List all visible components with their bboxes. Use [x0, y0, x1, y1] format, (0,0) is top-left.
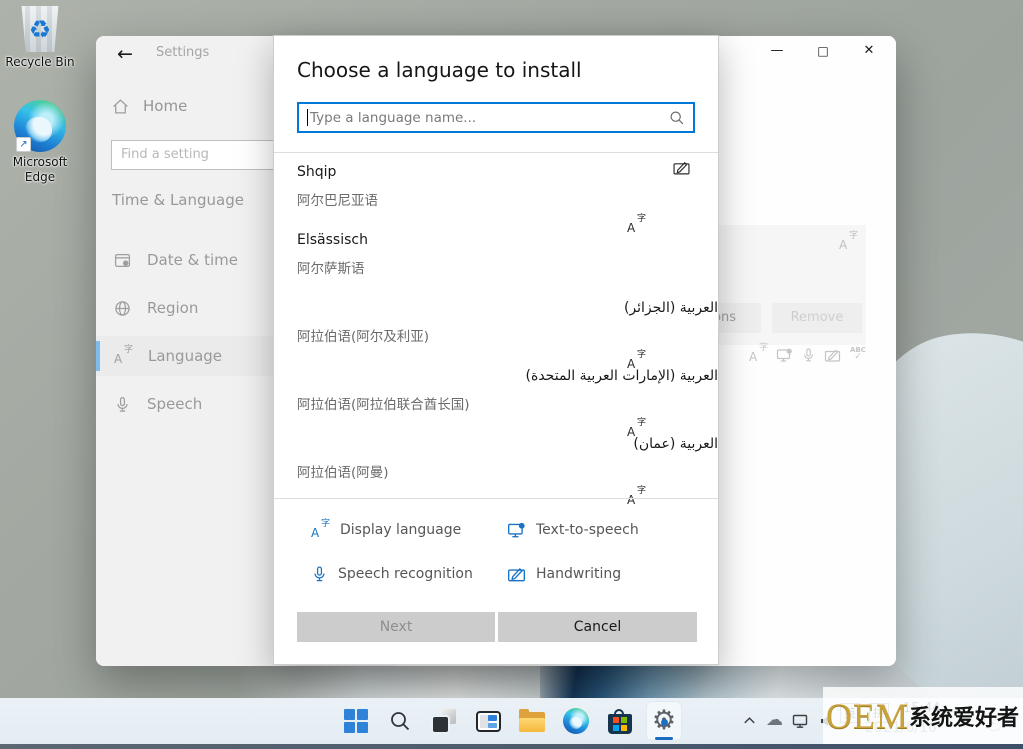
language-row[interactable]: Shqip 阿尔巴尼亚语 A字 [274, 153, 718, 234]
language-localized-name: 阿尔萨斯语 [297, 261, 365, 277]
search-placeholder: Type a language name... [310, 109, 477, 126]
speech-recognition-icon [311, 565, 328, 583]
edge-icon: ↗ [14, 100, 66, 152]
language-search-input[interactable]: Type a language name... [297, 102, 695, 133]
legend-label: Text-to-speech [536, 522, 639, 538]
legend-text-to-speech: Text-to-speech [507, 518, 639, 542]
desktop-icon-label: Recycle Bin [5, 55, 75, 69]
legend-handwriting: Handwriting [507, 562, 621, 586]
desktop-icon-recycle-bin[interactable]: ♻ Recycle Bin [1, 6, 79, 70]
cancel-button[interactable]: Cancel [498, 612, 697, 642]
language-localized-name: 阿尔巴尼亚语 [297, 193, 378, 209]
watermark-chinese-text: 系统爱好者 [909, 706, 1020, 731]
widgets-button[interactable] [470, 701, 506, 741]
gear-icon: ⚙ [649, 706, 679, 736]
language-list: Shqip 阿尔巴尼亚语 A字 Elsässisch 阿尔萨斯语 العربية… [274, 153, 718, 506]
maximize-button[interactable]: □ [800, 36, 846, 68]
taskbar-center: ⚙ [338, 701, 682, 741]
legend-label: Handwriting [536, 566, 622, 582]
watermark-latin-text: OEM [826, 696, 909, 736]
text-to-speech-icon [507, 521, 526, 539]
text-caret [307, 109, 308, 126]
display-language-icon: A字 [311, 518, 330, 540]
language-localized-name: 阿拉伯语(阿拉伯联合酋长国) [297, 397, 470, 413]
close-button[interactable]: ✕ [846, 36, 892, 68]
active-app-indicator [655, 737, 673, 740]
oem-watermark: OEM 系统爱好者 [823, 687, 1023, 745]
task-view-button[interactable] [426, 701, 462, 741]
edge-button[interactable] [558, 701, 594, 741]
language-row[interactable]: العربية (الجزائر) 阿拉伯语(阿尔及利亚) A字 [274, 289, 718, 370]
start-button[interactable] [338, 701, 374, 741]
settings-button[interactable]: ⚙ [646, 701, 682, 741]
screen-bottom-strip [0, 744, 1023, 749]
start-icon [344, 709, 368, 733]
widgets-icon [475, 710, 501, 732]
onedrive-cloud-icon[interactable]: ☁ [766, 712, 783, 729]
recycle-symbol-icon: ♻ [28, 15, 52, 44]
language-row[interactable]: Elsässisch 阿尔萨斯语 [274, 221, 718, 289]
file-explorer-button[interactable] [514, 701, 550, 741]
tray-chevron-up-icon[interactable] [742, 713, 757, 728]
desktop-icon-microsoft-edge[interactable]: ↗ Microsoft Edge [1, 100, 79, 185]
dialog-title: Choose a language to install [297, 58, 582, 82]
legend-label: Speech recognition [338, 566, 473, 582]
legend-display-language: A字 Display language [311, 518, 461, 542]
language-name: Shqip [297, 164, 337, 180]
handwriting-icon [507, 565, 526, 583]
shortcut-arrow-icon: ↗ [16, 137, 31, 152]
language-row[interactable]: العربية (الإمارات العربية المتحدة) 阿拉伯语(… [274, 357, 718, 438]
language-name: العربية (الإمارات العربية المتحدة) [525, 368, 718, 384]
legend-label: Display language [340, 522, 462, 538]
system-tray: ☁ [742, 712, 835, 729]
legend-speech-recognition: Speech recognition [311, 562, 473, 586]
desktop-icon-label: Microsoft Edge [12, 155, 68, 184]
edge-icon [563, 708, 589, 734]
language-localized-name: 阿拉伯语(阿曼) [297, 465, 389, 481]
task-view-icon [431, 708, 457, 734]
choose-language-dialog: Choose a language to install Type a lang… [273, 35, 719, 665]
language-row[interactable]: العربية (عمان) 阿拉伯语(阿曼) A字 [274, 425, 718, 506]
back-button[interactable]: ← [110, 40, 140, 68]
language-name: العربية (عمان) [633, 436, 718, 452]
file-explorer-icon [519, 709, 545, 732]
network-icon[interactable] [792, 713, 810, 729]
microsoft-store-icon [608, 708, 632, 734]
search-icon [388, 709, 412, 733]
divider [274, 498, 718, 499]
minimize-button[interactable]: — [754, 36, 800, 68]
next-button[interactable]: Next [297, 612, 495, 642]
search-icon[interactable] [669, 110, 685, 126]
recycle-bin-icon: ♻ [21, 6, 59, 52]
language-name: العربية (الجزائر) [623, 300, 718, 316]
handwriting-icon [672, 159, 691, 176]
desktop: ♻ Recycle Bin ↗ Microsoft Edge ← Setting… [0, 0, 1023, 749]
language-name: Elsässisch [297, 232, 368, 248]
taskbar-search-button[interactable] [382, 701, 418, 741]
language-localized-name: 阿拉伯语(阿尔及利亚) [297, 329, 430, 345]
microsoft-store-button[interactable] [602, 701, 638, 741]
window-controls: — □ ✕ [754, 36, 892, 68]
